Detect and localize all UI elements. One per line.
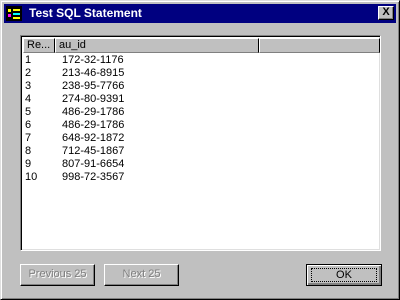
au-id-cell: 172-32-1176 <box>62 54 124 66</box>
next-25-button[interactable]: Next 25 <box>104 264 179 286</box>
table-row[interactable]: 7 648-92-1872 <box>25 132 378 145</box>
row-number: 2 <box>25 67 32 79</box>
au-id-cell: 712-45-1867 <box>62 145 125 157</box>
close-button[interactable]: X <box>378 6 394 20</box>
au-id-cell: 213-46-8915 <box>62 67 125 79</box>
table-row[interactable]: 3 238-95-7766 <box>25 80 378 93</box>
sql-dialog-window: Test SQL Statement X Re... au_id 1 172-32… <box>0 0 400 300</box>
table-row[interactable]: 5 486-29-1786 <box>25 106 378 119</box>
row-number: 7 <box>25 132 32 144</box>
row-number: 9 <box>25 158 32 170</box>
table-row[interactable]: 9 807-91-6654 <box>25 158 378 171</box>
results-grid[interactable]: Re... au_id 1 172-32-1176 2 213-46-8915 32… <box>20 35 381 251</box>
row-number: 4 <box>25 93 32 105</box>
previous-25-button[interactable]: Previous 25 <box>20 264 95 286</box>
au-id-cell: 648-92-1872 <box>62 132 125 144</box>
column-header-empty[interactable] <box>259 38 380 53</box>
column-header-record[interactable]: Re... <box>23 38 55 53</box>
au-id-cell: 238-95-7766 <box>62 80 125 92</box>
row-number: 5 <box>25 106 32 118</box>
grid-body: 1 172-32-1176 2 213-46-8915 3 238-95-7766 4… <box>25 54 378 248</box>
sql-app-icon <box>6 6 22 21</box>
au-id-cell: 807-91-6654 <box>62 158 125 170</box>
table-row[interactable]: 4 274-80-9391 <box>25 93 378 106</box>
au-id-cell: 486-29-1786 <box>62 119 125 131</box>
table-row[interactable]: 1 172-32-1176 <box>25 54 378 67</box>
au-id-cell: 274-80-9391 <box>62 93 125 105</box>
title-bar[interactable]: Test SQL Statement X <box>4 4 396 23</box>
row-number: 10 <box>25 171 38 183</box>
grid-header: Re... au_id <box>23 38 380 53</box>
column-header-au-id[interactable]: au_id <box>55 38 259 53</box>
row-number: 6 <box>25 119 32 131</box>
row-number: 8 <box>25 145 32 157</box>
window-title: Test SQL Statement <box>29 6 142 20</box>
row-number: 3 <box>25 80 32 92</box>
ok-button-label: OK <box>311 268 377 282</box>
au-id-cell: 998-72-3567 <box>62 171 125 183</box>
table-row[interactable]: 2 213-46-8915 <box>25 67 378 80</box>
au-id-cell: 486-29-1786 <box>62 106 125 118</box>
table-row[interactable]: 8 712-45-1867 <box>25 145 378 158</box>
table-row[interactable]: 6 486-29-1786 <box>25 119 378 132</box>
ok-button[interactable]: OK <box>306 264 382 286</box>
table-row[interactable]: 10 998-72-3567 <box>25 171 378 184</box>
row-number: 1 <box>25 54 32 66</box>
